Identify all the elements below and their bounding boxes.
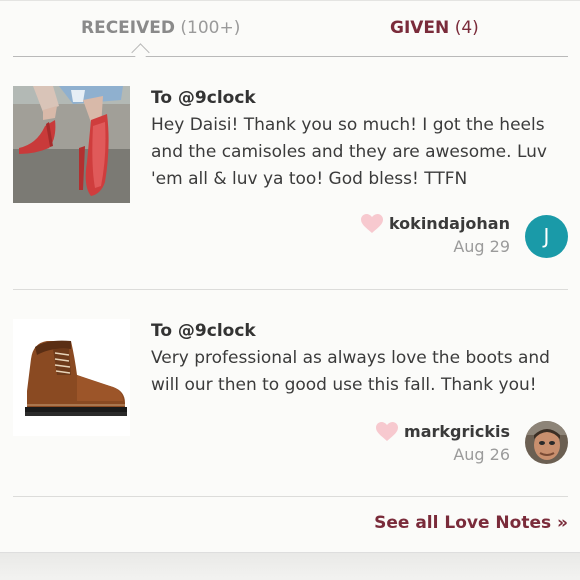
listing-thumbnail[interactable] — [13, 319, 130, 436]
tab-given[interactable]: GIVEN (4) — [390, 16, 479, 40]
love-note: To @9clock Very professional as always l… — [13, 309, 568, 495]
heart-icon — [376, 422, 399, 441]
author-username: kokindajohan — [388, 214, 510, 233]
love-notes-page: RECEIVED (100+) GIVEN (4) To @9clock Hey… — [0, 0, 580, 580]
note-date: Aug 29 — [453, 237, 510, 256]
note-recipient: To @9clock — [151, 321, 256, 341]
note-author[interactable]: markgrickis — [376, 422, 510, 442]
note-message: Very professional as always love the boo… — [151, 348, 550, 395]
tab-received-label: RECEIVED — [81, 18, 175, 38]
bottom-bar — [0, 552, 580, 580]
listing-thumbnail[interactable] — [13, 86, 130, 203]
avatar[interactable]: J — [525, 215, 568, 258]
note-divider — [13, 496, 568, 497]
top-divider — [0, 0, 580, 1]
love-note: To @9clock Hey Daisi! Thank you so much!… — [13, 76, 568, 289]
note-divider — [13, 289, 568, 290]
author-username: markgrickis — [404, 422, 510, 441]
note-recipient: To @9clock — [151, 88, 256, 108]
tab-bar: RECEIVED (100+) GIVEN (4) — [13, 2, 568, 57]
see-all-love-notes-link[interactable]: See all Love Notes » — [374, 511, 568, 535]
tab-received-count: (100+) — [180, 18, 241, 38]
brown-boot-image — [13, 319, 130, 436]
avatar[interactable] — [525, 421, 568, 464]
tab-received[interactable]: RECEIVED (100+) — [81, 16, 240, 40]
note-date: Aug 26 — [453, 445, 510, 464]
tab-given-label: GIVEN — [390, 18, 450, 38]
note-message: Hey Daisi! Thank you so much! I got the … — [151, 115, 547, 189]
tab-given-count: (4) — [454, 18, 479, 38]
heart-icon — [360, 214, 383, 233]
avatar-photo — [525, 421, 568, 464]
note-author[interactable]: kokindajohan — [360, 214, 510, 234]
red-heels-image — [13, 86, 130, 203]
